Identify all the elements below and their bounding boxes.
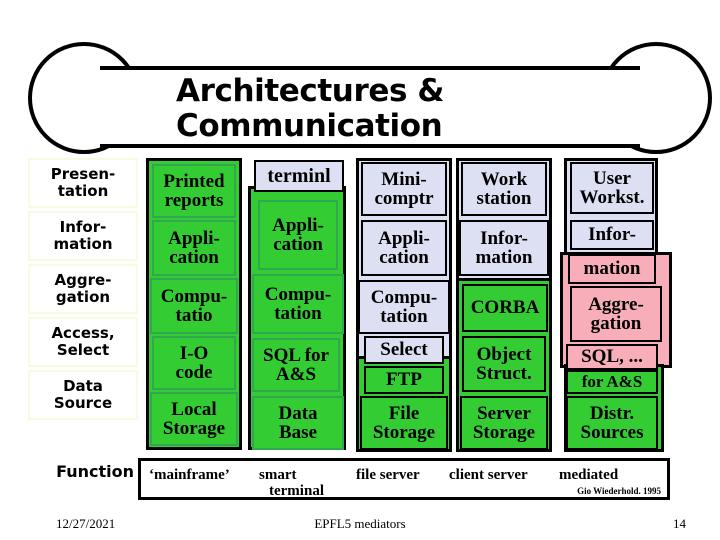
function-mainframe: ‘mainframe’	[149, 467, 230, 483]
cell-mediated-information-bottom[interactable]: mation	[568, 254, 656, 284]
layer-label-aggregation: Aggre- gation	[28, 264, 138, 314]
cell-terminal-access[interactable]: SQL for A&S	[252, 338, 340, 392]
cell-terminal-presentation[interactable]: terminl	[254, 160, 344, 192]
cell-terminal-aggregation[interactable]: Compu- tation	[252, 274, 344, 334]
layer-label-data-source: Data Source	[28, 370, 138, 420]
cell-client-server-corba[interactable]: CORBA	[462, 284, 548, 332]
function-file-server: file server	[356, 467, 420, 483]
cell-mainframe-information[interactable]: Appli- cation	[152, 220, 236, 276]
cell-file-server-aggregation[interactable]: Compu- tation	[358, 280, 450, 334]
layer-label-presentation: Presen- tation	[28, 158, 138, 208]
cell-mediated-data-source[interactable]: Distr. Sources	[566, 396, 658, 450]
cell-client-server-object-struct[interactable]: Object Struct.	[462, 336, 546, 392]
layer-label-column: Presen- tation Infor- mation Aggre- gati…	[28, 158, 138, 423]
cell-file-server-presentation[interactable]: Mini- comptr	[361, 162, 447, 216]
cell-file-server-access[interactable]: Select	[364, 336, 444, 364]
cell-mediated-for-as[interactable]: for A&S	[566, 370, 658, 394]
cell-mainframe-presentation[interactable]: Printed reports	[152, 164, 236, 218]
cell-mediated-sql[interactable]: SQL, ...	[566, 344, 658, 370]
cell-terminal-information[interactable]: Appli- cation	[258, 200, 338, 270]
cell-mediated-aggregation[interactable]: Aggre- gation	[570, 286, 662, 342]
cell-terminal-data-source[interactable]: Data Base	[252, 396, 344, 450]
function-client-server: client server	[449, 467, 528, 483]
attribution-credit: Gio Wiederhold. 1995	[577, 486, 661, 496]
cell-file-server-ftp[interactable]: FTP	[364, 366, 444, 394]
cell-mainframe-aggregation[interactable]: Compu- tatio	[150, 278, 238, 334]
cell-client-server-presentation[interactable]: Work station	[461, 162, 547, 216]
cell-mainframe-data-source[interactable]: Local Storage	[150, 392, 238, 446]
cell-client-server-information[interactable]: Infor- mation	[459, 220, 549, 276]
cell-mainframe-access[interactable]: I-O code	[152, 336, 236, 390]
layer-label-access-select: Access, Select	[28, 317, 138, 367]
function-row-label: Function	[56, 462, 134, 481]
cell-client-server-data-source[interactable]: Server Storage	[460, 396, 548, 450]
architecture-matrix: Presen- tation Infor- mation Aggre- gati…	[0, 150, 720, 460]
page-title: Architectures & Communication	[176, 72, 445, 144]
cell-mediated-presentation[interactable]: User Workst.	[570, 162, 654, 214]
function-mediated: mediated	[559, 467, 619, 483]
title-bone-shape: Architectures & Communication	[28, 26, 712, 158]
function-row-box: ‘mainframe’ smart terminal file server c…	[138, 458, 670, 500]
cell-mediated-information-top[interactable]: Infor-	[570, 220, 654, 250]
footer-title: EPFL5 mediators	[314, 516, 406, 531]
function-terminal: terminal	[269, 483, 324, 499]
cell-file-server-information[interactable]: Appli- cation	[361, 220, 447, 276]
cell-file-server-data-source[interactable]: File Storage	[360, 396, 448, 450]
function-smart: smart	[259, 467, 297, 483]
footer-page-number: 14	[673, 516, 686, 531]
layer-label-information: Infor- mation	[28, 211, 138, 261]
slide-canvas: Architectures & Communication Presen- ta…	[0, 0, 720, 540]
